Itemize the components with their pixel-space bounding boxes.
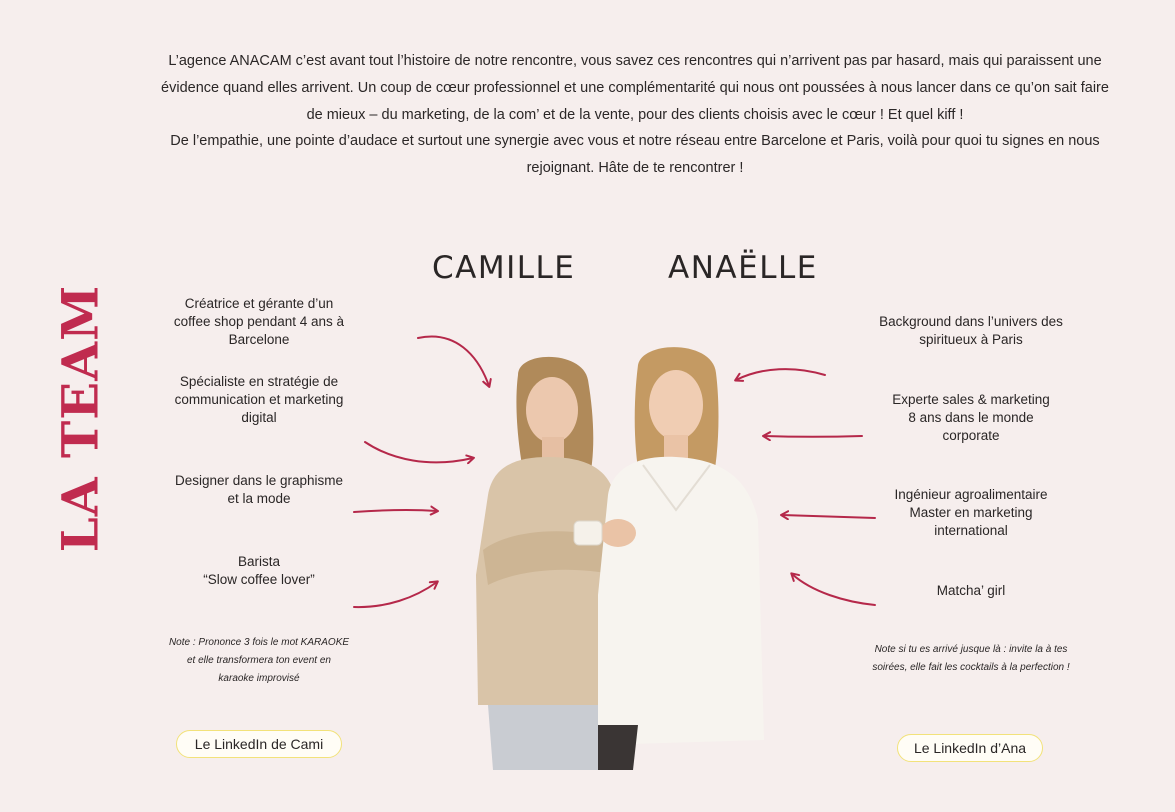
anaelle-trait-engineer: Ingénieur agroalimentaire Master en mark… [894, 487, 1048, 538]
linkedin-cami-button[interactable]: Le LinkedIn de Cami [176, 730, 342, 758]
camille-trait-barista: Barista “Slow coffee lover” [203, 554, 315, 587]
camille-name: CAMILLE [432, 250, 576, 286]
team-photo [476, 347, 764, 770]
section-title-wrapper: LA TEAM [51, 284, 110, 552]
anaelle-trait-matcha: Matcha’ girl [936, 583, 1006, 598]
camille-figure [476, 356, 618, 770]
curved-arrow-icon [780, 510, 876, 521]
curved-arrow-icon [353, 505, 439, 516]
curved-arrow-icon [353, 580, 439, 609]
intro-paragraph-1: L’agence ANACAM c’est avant tout l’histo… [161, 53, 1109, 123]
anaelle-name: ANAËLLE [668, 250, 818, 286]
linkedin-ana-button[interactable]: Le LinkedIn d’Ana [897, 734, 1043, 762]
intro-text: L’agence ANACAM c’est avant tout l’histo… [160, 48, 1110, 182]
anaelle-trait-sales: Experte sales & marketing 8 ans dans le … [892, 392, 1050, 443]
section-title: LA TEAM [50, 284, 110, 552]
camille-note: Note : Prononce 3 fois le mot KARAOKE et… [168, 637, 350, 684]
intro-paragraph-2: De l’empathie, une pointe d’audace et su… [170, 133, 1100, 177]
curved-arrow-icon [790, 572, 876, 606]
camille-trait-coffee-shop: Créatrice et gérante d’un coffee shop pe… [173, 296, 345, 347]
anaelle-note: Note si tu es arrivé jusque là : invite … [872, 644, 1070, 673]
curved-arrow-icon [762, 431, 863, 442]
anaelle-figure [573, 347, 764, 770]
camille-trait-strategy: Spécialiste en stratégie de communicatio… [174, 374, 344, 425]
camille-trait-designer: Designer dans le graphisme et la mode [174, 473, 344, 506]
anaelle-trait-spirits: Background dans l’univers des spiritueux… [879, 314, 1063, 347]
